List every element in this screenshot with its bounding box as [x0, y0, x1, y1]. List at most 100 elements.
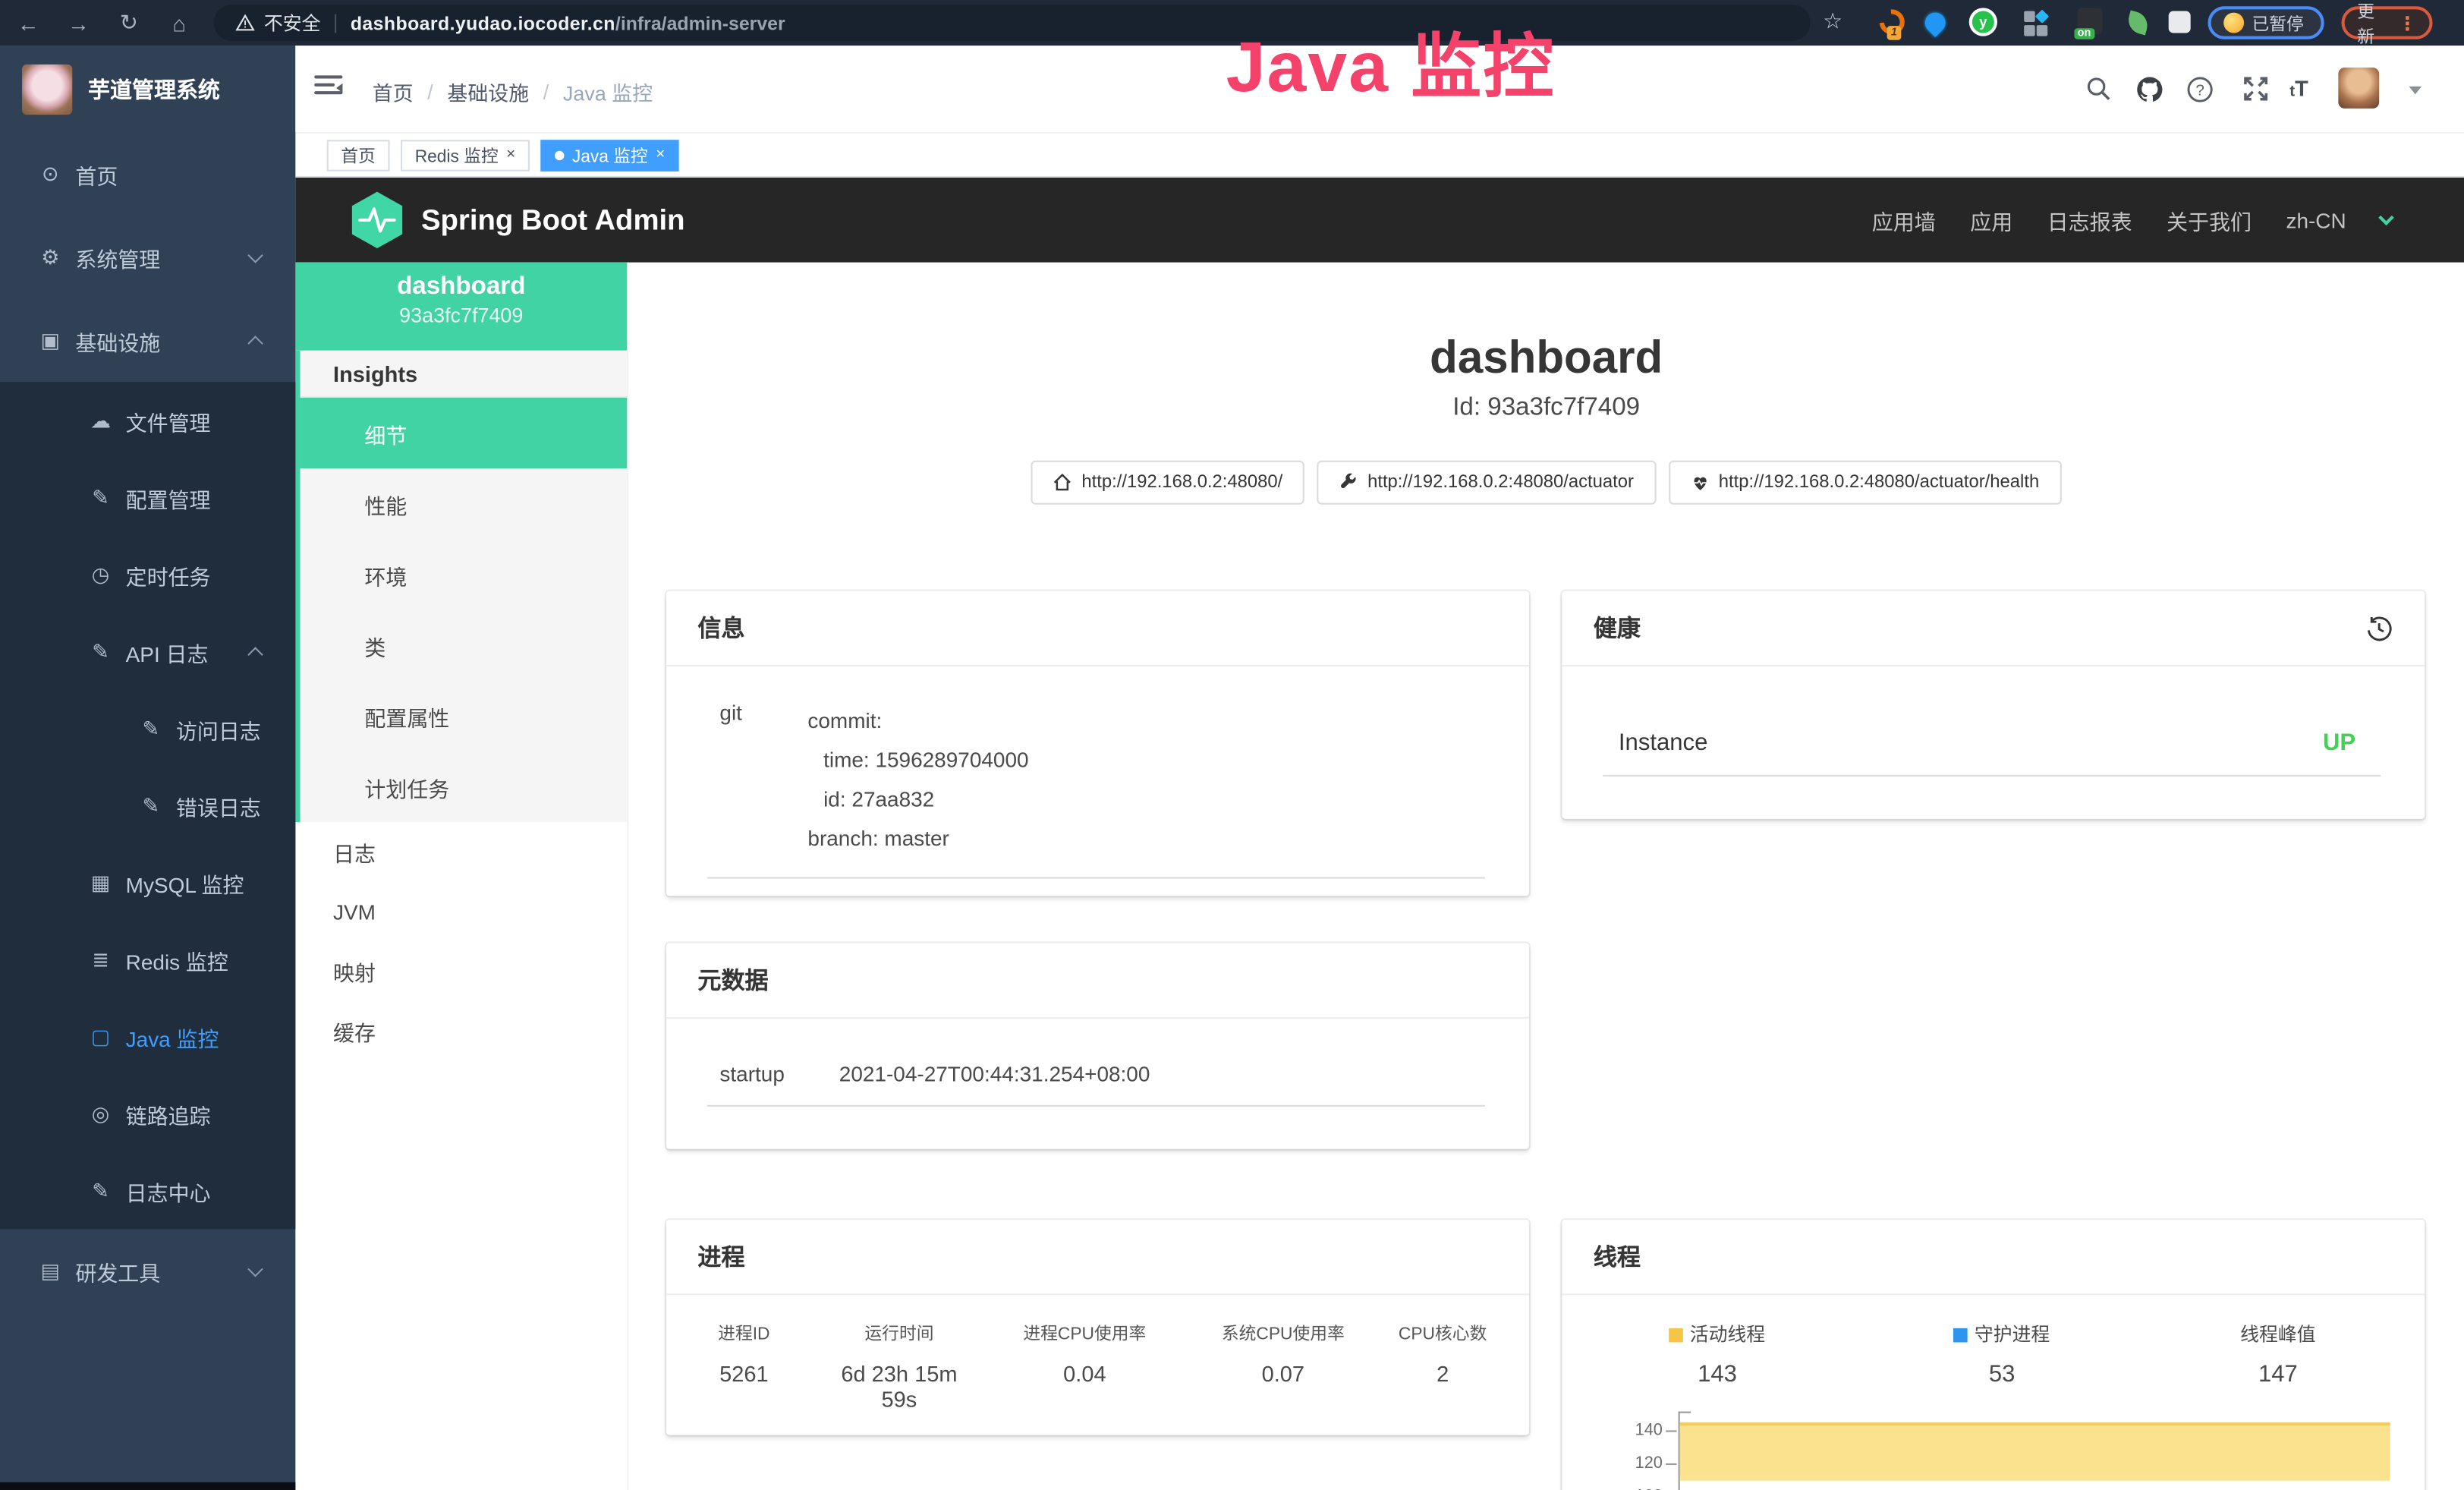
sba-item-metrics[interactable]: 性能	[301, 468, 628, 539]
breadcrumb-separator: /	[427, 80, 433, 104]
sba-app-header[interactable]: dashboard 93a3fc7f7409	[295, 263, 627, 351]
extension-grid-icon[interactable]	[2024, 11, 2049, 36]
tab-redis-monitor[interactable]: Redis 监控 ×	[401, 139, 530, 170]
sidebar-item-file-manage[interactable]: ☁ 文件管理	[0, 382, 295, 458]
sba-item-caches[interactable]: 缓存	[295, 1001, 627, 1061]
info-card-title: 信息	[666, 591, 1529, 666]
close-icon[interactable]: ×	[506, 147, 515, 163]
sba-nav-applications[interactable]: 应用	[1970, 204, 2012, 235]
legend-active-threads-icon	[1669, 1328, 1684, 1343]
metadata-value: 2021-04-27T00:44:31.254+08:00	[839, 1063, 1150, 1086]
sba-item-scheduled-tasks[interactable]: 计划任务	[301, 751, 628, 822]
history-icon[interactable]	[2365, 614, 2393, 642]
sba-nav-wallboard[interactable]: 应用墙	[1872, 204, 1936, 235]
language-selector[interactable]: zh-CN	[2286, 208, 2346, 232]
extension-switch-icon[interactable]: on	[2078, 8, 2103, 34]
edit-icon: ✎	[88, 485, 113, 510]
process-card: 进程 进程ID 运行时间 进程CPU使用率 系统CPU使用率 CPU核心数	[666, 1220, 1529, 1435]
app-logo[interactable]: 芋道管理系统	[0, 46, 295, 132]
active-threads-label: 活动线程	[1690, 1324, 1765, 1346]
update-button[interactable]: 更新 ⋮	[2341, 6, 2432, 39]
col-uptime: 运行时间	[822, 1320, 977, 1345]
hamburger-icon[interactable]	[314, 75, 342, 100]
close-icon[interactable]: ×	[656, 147, 665, 163]
sba-item-mappings[interactable]: 映射	[295, 941, 627, 1001]
log-edit-icon: ✎	[138, 793, 163, 818]
sidebar-item-log-center[interactable]: ✎ 日志中心	[0, 1152, 295, 1229]
monitor-icon: ▣	[38, 328, 63, 353]
sba-app-name: dashboard	[295, 273, 627, 301]
tab-java-monitor[interactable]: Java 监控 ×	[540, 139, 679, 170]
service-url-button[interactable]: http://192.168.0.2:48080/	[1031, 461, 1304, 505]
sba-brand[interactable]: Spring Boot Admin	[349, 191, 685, 250]
sba-group-title: Insights	[301, 351, 628, 398]
font-size-icon[interactable]: tT	[2285, 75, 2313, 103]
help-icon[interactable]: ?	[2186, 75, 2214, 103]
sba-item-details[interactable]: 细节	[301, 398, 628, 468]
sba-navbar: Spring Boot Admin 应用墙 应用 日志报表 关于我们 zh-CN	[295, 178, 2464, 263]
chevron-down-icon[interactable]	[2378, 209, 2393, 225]
threads-card: 线程 活动线程 143 守护进程 53	[1562, 1220, 2425, 1490]
col-cpu-cores: CPU核心数	[1374, 1320, 1512, 1345]
sba-item-logs[interactable]: 日志	[295, 822, 627, 882]
breadcrumb-infra[interactable]: 基础设施	[447, 77, 529, 106]
wrench-icon	[1339, 473, 1358, 492]
reload-icon[interactable]: ↻	[115, 9, 143, 36]
back-icon[interactable]: ←	[14, 10, 42, 35]
paused-badge[interactable]: 已暂停	[2208, 6, 2324, 39]
sidebar-item-java-monitor[interactable]: ▢ Java 监控	[0, 998, 295, 1075]
tab-home[interactable]: 首页	[327, 139, 390, 170]
sba-nav-journal[interactable]: 日志报表	[2047, 204, 2132, 235]
cloud-upload-icon: ☁	[88, 408, 113, 433]
avatar-caret-icon[interactable]	[2409, 87, 2422, 94]
sidebar-item-config-manage[interactable]: ✎ 配置管理	[0, 459, 295, 536]
extension-y-icon[interactable]: y	[1969, 8, 1997, 36]
sba-item-config-props[interactable]: 配置属性	[301, 681, 628, 751]
active-threads-value: 143	[1562, 1361, 1872, 1388]
extension-pin-icon[interactable]	[1921, 8, 1949, 37]
app-window: 芋道管理系统 ⊙ 首页 ⚙ 系统管理 ▣ 基础设施 ☁ 文件管理	[0, 46, 2464, 1490]
sba-item-jvm[interactable]: JVM	[295, 882, 627, 942]
sidebar-item-redis-monitor[interactable]: ≣ Redis 监控	[0, 921, 295, 997]
divider	[707, 877, 1485, 879]
active-dot	[555, 150, 564, 159]
sba-item-environment[interactable]: 环境	[301, 539, 628, 610]
sidebar-item-dev-tools[interactable]: ▤ 研发工具	[0, 1229, 295, 1312]
sidebar-item-home[interactable]: ⊙ 首页	[0, 132, 295, 216]
sidebar-item-scheduled-jobs[interactable]: ◷ 定时任务	[0, 536, 295, 613]
sidebar-item-tracing[interactable]: ◎ 链路追踪	[0, 1075, 295, 1151]
thread-stats: 活动线程 143 守护进程 53 线程峰值 147	[1562, 1295, 2425, 1388]
sidebar-item-api-log[interactable]: ✎ API 日志	[0, 613, 295, 690]
metadata-key: startup	[666, 1063, 839, 1086]
extension-refresh-icon[interactable]: 1	[1874, 5, 1910, 40]
sba-logo-icon	[349, 191, 406, 250]
breadcrumb-home[interactable]: 首页	[373, 77, 414, 106]
screen-edge	[0, 1482, 295, 1490]
search-icon[interactable]	[2084, 75, 2112, 103]
sba-nav-about[interactable]: 关于我们	[2167, 204, 2252, 235]
val-process-cpu: 0.04	[977, 1361, 1192, 1411]
sidebar-item-system[interactable]: ⚙ 系统管理	[0, 216, 295, 299]
sidebar-item-error-log[interactable]: ✎ 错误日志	[0, 767, 295, 844]
sba-item-classes[interactable]: 类	[301, 610, 628, 680]
sidebar-item-access-log[interactable]: ✎ 访问日志	[0, 690, 295, 767]
fullscreen-icon[interactable]	[2241, 75, 2269, 103]
sidebar-item-infra[interactable]: ▣ 基础设施	[0, 298, 295, 382]
health-url-button[interactable]: http://192.168.0.2:48080/actuator/health	[1669, 461, 2062, 505]
screenshot-root: ← → ↻ ⌂ 不安全 dashboard.yudao.iocoder.cn /…	[0, 0, 2464, 1490]
extension-leaf-icon[interactable]	[2126, 11, 2151, 36]
menu-dots-icon[interactable]: ⋮	[2398, 12, 2417, 34]
actuator-url-button[interactable]: http://192.168.0.2:48080/actuator	[1317, 461, 1656, 505]
forward-icon[interactable]: →	[65, 10, 93, 35]
sidebar-item-mysql-monitor[interactable]: ▦ MySQL 监控	[0, 844, 295, 921]
github-icon[interactable]	[2135, 75, 2163, 103]
sba-app-id: 93a3fc7f7409	[295, 304, 627, 327]
avatar[interactable]	[2338, 68, 2379, 109]
extensions-puzzle-icon[interactable]	[2169, 11, 2191, 33]
gear-icon: ⚙	[38, 244, 63, 269]
home-icon[interactable]: ⌂	[165, 10, 193, 35]
bookmark-star-icon[interactable]: ☆	[1823, 8, 1848, 33]
active-threads-area	[1680, 1422, 2390, 1481]
chevron-up-icon	[247, 646, 263, 661]
sba-main: dashboard Id: 93a3fc7f7409 http://192.16…	[628, 263, 2464, 1490]
